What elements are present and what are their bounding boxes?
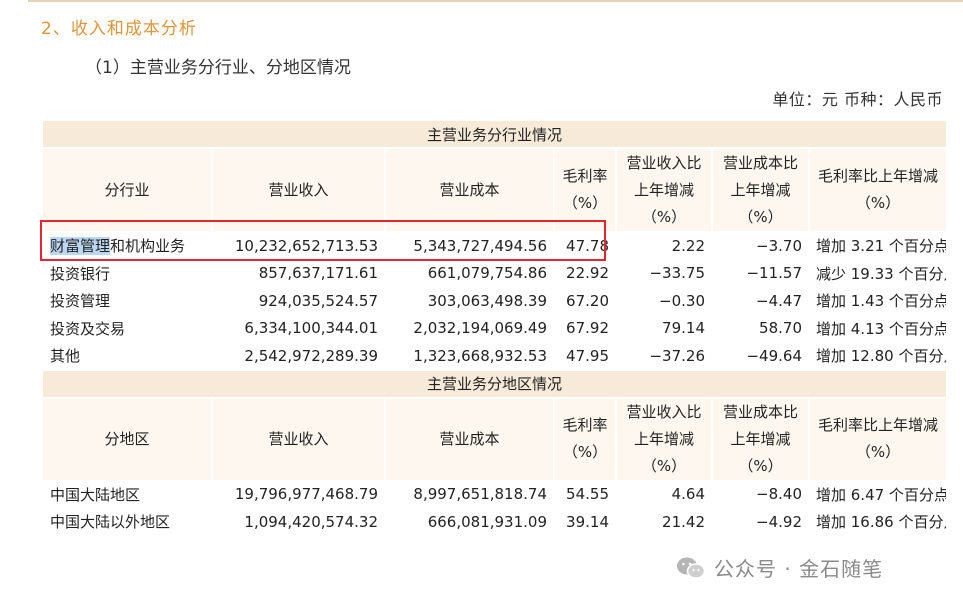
watermark: 公众号 · 金石随笔: [676, 553, 883, 582]
header-revenue: 营业收入: [211, 147, 386, 233]
row-revenue-change: 4.64: [615, 479, 713, 509]
header-revenue-change: 营业收入比 上年增减 （%）: [615, 396, 713, 482]
row-cost: 8,997,651,818.74: [384, 479, 555, 509]
row-cost-change: −11.57: [711, 258, 810, 288]
row-margin: 39.14: [553, 507, 617, 537]
top-divider: [28, 0, 963, 2]
header-revenue-change: 营业收入比 上年增减 （%）: [615, 147, 713, 233]
header-cost-change: 营业成本比 上年增减 （%）: [711, 147, 810, 233]
row-cost: 1,323,668,932.53: [384, 341, 555, 371]
watermark-text: 公众号 · 金石随笔: [714, 557, 884, 581]
row-margin-change: 增加 16.86 个百分点: [807, 507, 949, 537]
table-row: 投资银行 857,637,171.61 661,079,754.86 22.92…: [41, 258, 949, 288]
row-name: 中国大陆以外地区: [41, 507, 213, 537]
row-name: 投资管理: [41, 286, 213, 316]
row-cost-change: −4.47: [711, 286, 810, 316]
row-margin-change: 增加 1.43 个百分点: [807, 286, 949, 316]
region-header-row: 分地区 营业收入 营业成本 毛利率 （%） 营业收入比 上年增减 （%） 营业成…: [41, 396, 949, 482]
region-band-row: 主营业务分地区情况: [40, 368, 949, 399]
header-region: 分地区: [41, 396, 213, 482]
row-revenue: 19,796,977,468.79: [211, 479, 386, 509]
row-cost-change: 58.70: [711, 313, 810, 343]
row-revenue-change: 79.14: [615, 313, 713, 343]
row-cost: 2,032,194,069.49: [384, 313, 555, 343]
header-margin: 毛利率 （%）: [553, 147, 617, 233]
row-name: 投资及交易: [41, 313, 213, 343]
industry-band-title: 主营业务分行业情况: [40, 119, 949, 149]
row-name: 投资银行: [41, 258, 213, 288]
row-margin-change: 减少 19.33 个百分点: [807, 258, 949, 288]
row-revenue: 2,542,972,289.39: [211, 341, 386, 371]
industry-band-row: 主营业务分行业情况: [40, 119, 949, 149]
unit-line: 单位：元 币种：人民币: [772, 90, 943, 109]
table-row: 中国大陆地区 19,796,977,468.79 8,997,651,818.7…: [41, 479, 949, 509]
row-margin-change: 增加 3.21 个百分点: [807, 231, 949, 261]
row-revenue-change: 2.22: [615, 231, 713, 261]
row-name: 中国大陆地区: [41, 479, 213, 509]
subsection-title: （1）主营业务分行业、分地区情况: [85, 58, 351, 78]
row-name-rest: 和机构业务: [110, 237, 186, 256]
row-revenue-change: −37.26: [615, 341, 713, 371]
header-cost: 营业成本: [384, 396, 555, 482]
row-margin: 67.20: [553, 286, 617, 316]
header-margin: 毛利率 （%）: [553, 396, 617, 482]
wechat-icon: [677, 557, 706, 579]
section-title: 2、收入和成本分析: [41, 19, 197, 39]
main-business-table: 主营业务分行业情况 分行业 营业收入 营业成本 毛利率 （%） 营业收入比 上年…: [40, 119, 949, 537]
table-row: 其他 2,542,972,289.39 1,323,668,932.53 47.…: [41, 341, 949, 371]
header-margin-change: 毛利率比上年增减 （%）: [807, 396, 949, 482]
row-margin-change: 增加 6.47 个百分点: [807, 479, 949, 509]
table-row: 投资及交易 6,334,100,344.01 2,032,194,069.49 …: [41, 313, 949, 343]
row-margin: 54.55: [553, 479, 617, 509]
region-band-title: 主营业务分地区情况: [40, 368, 949, 399]
industry-header-row: 分行业 营业收入 营业成本 毛利率 （%） 营业收入比 上年增减 （%） 营业成…: [41, 147, 949, 233]
row-margin: 47.95: [553, 341, 617, 371]
row-cost-change: −8.40: [711, 479, 810, 509]
header-revenue: 营业收入: [211, 396, 386, 482]
header-cost: 营业成本: [384, 147, 555, 233]
row-cost: 303,063,498.39: [384, 286, 555, 316]
row-margin: 47.78: [553, 231, 617, 261]
row-revenue-change: −33.75: [615, 258, 713, 288]
table-row: 投资管理 924,035,524.57 303,063,498.39 67.20…: [41, 286, 949, 316]
row-cost: 666,081,931.09: [384, 507, 555, 537]
row-revenue-change: −0.30: [615, 286, 713, 316]
row-revenue: 924,035,524.57: [211, 286, 386, 316]
row-margin-change: 增加 4.13 个百分点: [807, 313, 949, 343]
row-cost: 661,079,754.86: [384, 258, 555, 288]
row-cost-change: −3.70: [711, 231, 810, 261]
table-row: 财富管理和机构业务 10,232,652,713.53 5,343,727,49…: [41, 231, 949, 261]
table-row: 中国大陆以外地区 1,094,420,574.32 666,081,931.09…: [41, 507, 949, 537]
header-segment: 分行业: [41, 147, 213, 233]
row-name: 其他: [41, 341, 213, 371]
row-revenue: 6,334,100,344.01: [211, 313, 386, 343]
row-margin: 22.92: [553, 258, 617, 288]
row-cost-change: −4.92: [711, 507, 810, 537]
header-cost-change: 营业成本比 上年增减 （%）: [711, 396, 810, 482]
header-margin-change: 毛利率比上年增减 （%）: [807, 147, 949, 233]
row-revenue-change: 21.42: [615, 507, 713, 537]
row-margin: 67.92: [553, 313, 617, 343]
row-revenue: 10,232,652,713.53: [211, 231, 386, 261]
row-cost-change: −49.64: [711, 341, 810, 371]
row-cost: 5,343,727,494.56: [384, 231, 555, 261]
row-margin-change: 增加 12.80 个百分点: [807, 341, 949, 371]
row-revenue: 857,637,171.61: [211, 258, 386, 288]
row-name: 财富管理和机构业务: [41, 231, 213, 261]
row-revenue: 1,094,420,574.32: [211, 507, 386, 537]
selected-text-highlight[interactable]: 财富管理: [50, 237, 111, 256]
